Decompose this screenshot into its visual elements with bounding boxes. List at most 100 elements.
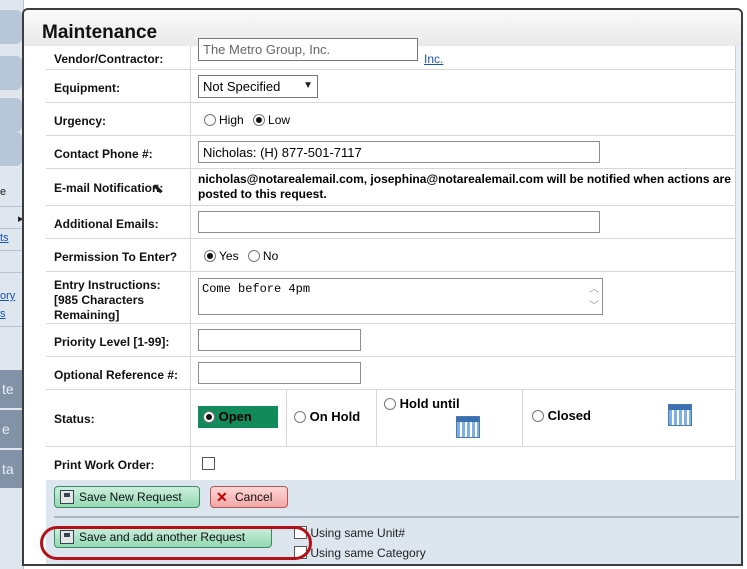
cancel-button[interactable]: ✕ Cancel xyxy=(210,486,288,508)
permission-no-radio[interactable] xyxy=(247,250,260,262)
column-divider xyxy=(286,390,287,447)
email-notification-text: nicholas@notarealemail.com, josephina@no… xyxy=(198,172,731,201)
mouse-cursor-icon: ⬉ xyxy=(152,180,164,196)
urgency-high-label: High xyxy=(219,113,244,127)
same-category-label: Using same Category xyxy=(310,546,426,560)
background-tab: e xyxy=(0,410,22,448)
vendor-select[interactable]: The Metro Group, Inc. xyxy=(198,38,418,61)
permission-yes-radio[interactable] xyxy=(204,250,216,262)
form-row-permission: Permission To Enter? Yes No xyxy=(46,239,736,272)
close-icon: ✕ xyxy=(216,489,228,505)
entry-instructions-label-text: Entry Instructions: xyxy=(54,278,161,292)
background-link[interactable]: ory xyxy=(0,290,15,302)
status-closed-label: Closed xyxy=(547,408,591,423)
email-notification-label: E-mail Notification: xyxy=(54,181,164,195)
entry-instructions-label: Entry Instructions: [985 Characters Rema… xyxy=(54,278,184,323)
characters-remaining: [985 Characters Remaining] xyxy=(54,293,145,322)
column-divider xyxy=(190,206,191,238)
print-work-order-label: Print Work Order: xyxy=(54,458,155,472)
background-tab: ta xyxy=(0,450,22,488)
background-divider xyxy=(0,228,24,229)
equipment-label: Equipment: xyxy=(54,81,120,95)
vendor-label: Vendor/Contractor: xyxy=(54,52,164,66)
reference-input[interactable] xyxy=(198,362,361,384)
column-divider xyxy=(190,239,191,271)
background-divider xyxy=(0,250,24,251)
entry-instructions-textarea[interactable]: Come before 4pm ︿ ﹀ xyxy=(198,278,603,315)
divider xyxy=(54,516,739,518)
additional-emails-label: Additional Emails: xyxy=(54,217,159,231)
status-holduntil-label: Hold until xyxy=(399,396,460,411)
background-divider xyxy=(0,326,24,327)
column-divider xyxy=(190,103,191,135)
status-open-radio[interactable] xyxy=(203,411,215,423)
column-divider xyxy=(190,324,191,356)
form-row-equipment: Equipment: Not Specified ▼ xyxy=(46,70,736,103)
equipment-select[interactable]: Not Specified ▼ xyxy=(198,75,318,98)
background-tab: te xyxy=(0,370,22,408)
calendar-icon[interactable] xyxy=(456,416,480,438)
save-new-request-label: Save New Request xyxy=(79,490,182,504)
priority-label: Priority Level [1-99]: xyxy=(54,335,170,349)
form-row-vendor: Vendor/Contractor: The Metro Group, Inc.… xyxy=(46,38,736,70)
permission-yes-label: Yes xyxy=(219,249,239,263)
urgency-low-label: Low xyxy=(268,113,291,127)
form-row-print-work-order: Print Work Order: xyxy=(46,447,736,480)
save-icon xyxy=(60,490,74,504)
status-onhold-label: On Hold xyxy=(309,409,361,424)
save-new-request-button[interactable]: Save New Request xyxy=(54,486,200,508)
contact-phone-input[interactable] xyxy=(198,141,600,163)
print-work-order-checkbox[interactable] xyxy=(202,457,215,470)
priority-input[interactable] xyxy=(198,329,361,351)
status-onhold-option[interactable]: On Hold xyxy=(294,409,360,424)
background-link[interactable]: s xyxy=(0,308,6,320)
column-divider xyxy=(190,136,191,168)
form-row-urgency: Urgency: High Low xyxy=(46,103,736,136)
equipment-select-value: Not Specified xyxy=(203,79,281,94)
column-divider xyxy=(190,272,191,323)
form-row-reference: Optional Reference #: xyxy=(46,357,736,390)
status-label: Status: xyxy=(54,412,95,426)
contact-phone-label: Contact Phone #: xyxy=(54,147,153,161)
same-unit-label: Using same Unit# xyxy=(310,526,406,540)
additional-emails-input[interactable] xyxy=(198,211,600,233)
calendar-icon[interactable] xyxy=(668,404,692,426)
column-divider xyxy=(190,447,191,480)
permission-label: Permission To Enter? xyxy=(54,250,178,264)
background-link[interactable]: ts xyxy=(0,232,9,244)
form-row-entry-instructions: Entry Instructions: [985 Characters Rema… xyxy=(46,272,736,324)
background-text: e xyxy=(0,186,7,198)
column-divider xyxy=(190,46,191,69)
form-row-status: Status: Open On Hold Hold until Closed xyxy=(46,390,736,447)
vendor-select-value: The Metro Group, Inc. xyxy=(203,42,331,57)
scroll-down-icon[interactable]: ﹀ xyxy=(589,297,599,312)
background-tab xyxy=(0,56,22,90)
form-row-contact-phone: Contact Phone #: xyxy=(46,136,736,169)
urgency-low-radio[interactable] xyxy=(253,114,266,126)
urgency-label: Urgency: xyxy=(54,114,107,128)
column-divider xyxy=(190,357,191,389)
background-divider xyxy=(0,272,24,273)
status-open-option[interactable]: Open xyxy=(198,406,278,428)
maintenance-dialog: Maintenance Vendor/Contractor: The Metro… xyxy=(22,8,743,566)
status-closed-option[interactable]: Closed xyxy=(532,408,591,423)
background-tab xyxy=(0,132,22,166)
scroll-up-icon[interactable]: ︿ xyxy=(589,280,599,295)
status-closed-radio[interactable] xyxy=(532,410,544,422)
urgency-high-radio[interactable] xyxy=(204,114,216,126)
column-divider xyxy=(376,390,377,447)
highlight-annotation xyxy=(40,526,312,560)
permission-radio-group: Yes No xyxy=(204,249,284,263)
status-holduntil-option[interactable]: Hold until xyxy=(384,396,460,411)
urgency-radio-group: High Low xyxy=(204,113,296,127)
dialog-title: Maintenance xyxy=(42,22,158,43)
vendor-link[interactable]: Inc. xyxy=(424,52,443,66)
cancel-label: Cancel xyxy=(235,490,273,504)
same-category-option: Using same Category xyxy=(294,546,426,560)
status-open-label: Open xyxy=(218,409,252,424)
background-divider xyxy=(0,206,24,207)
status-holduntil-radio[interactable] xyxy=(384,398,396,410)
status-onhold-radio[interactable] xyxy=(294,411,306,423)
form-row-priority: Priority Level [1-99]: xyxy=(46,324,736,357)
column-divider xyxy=(190,390,191,446)
